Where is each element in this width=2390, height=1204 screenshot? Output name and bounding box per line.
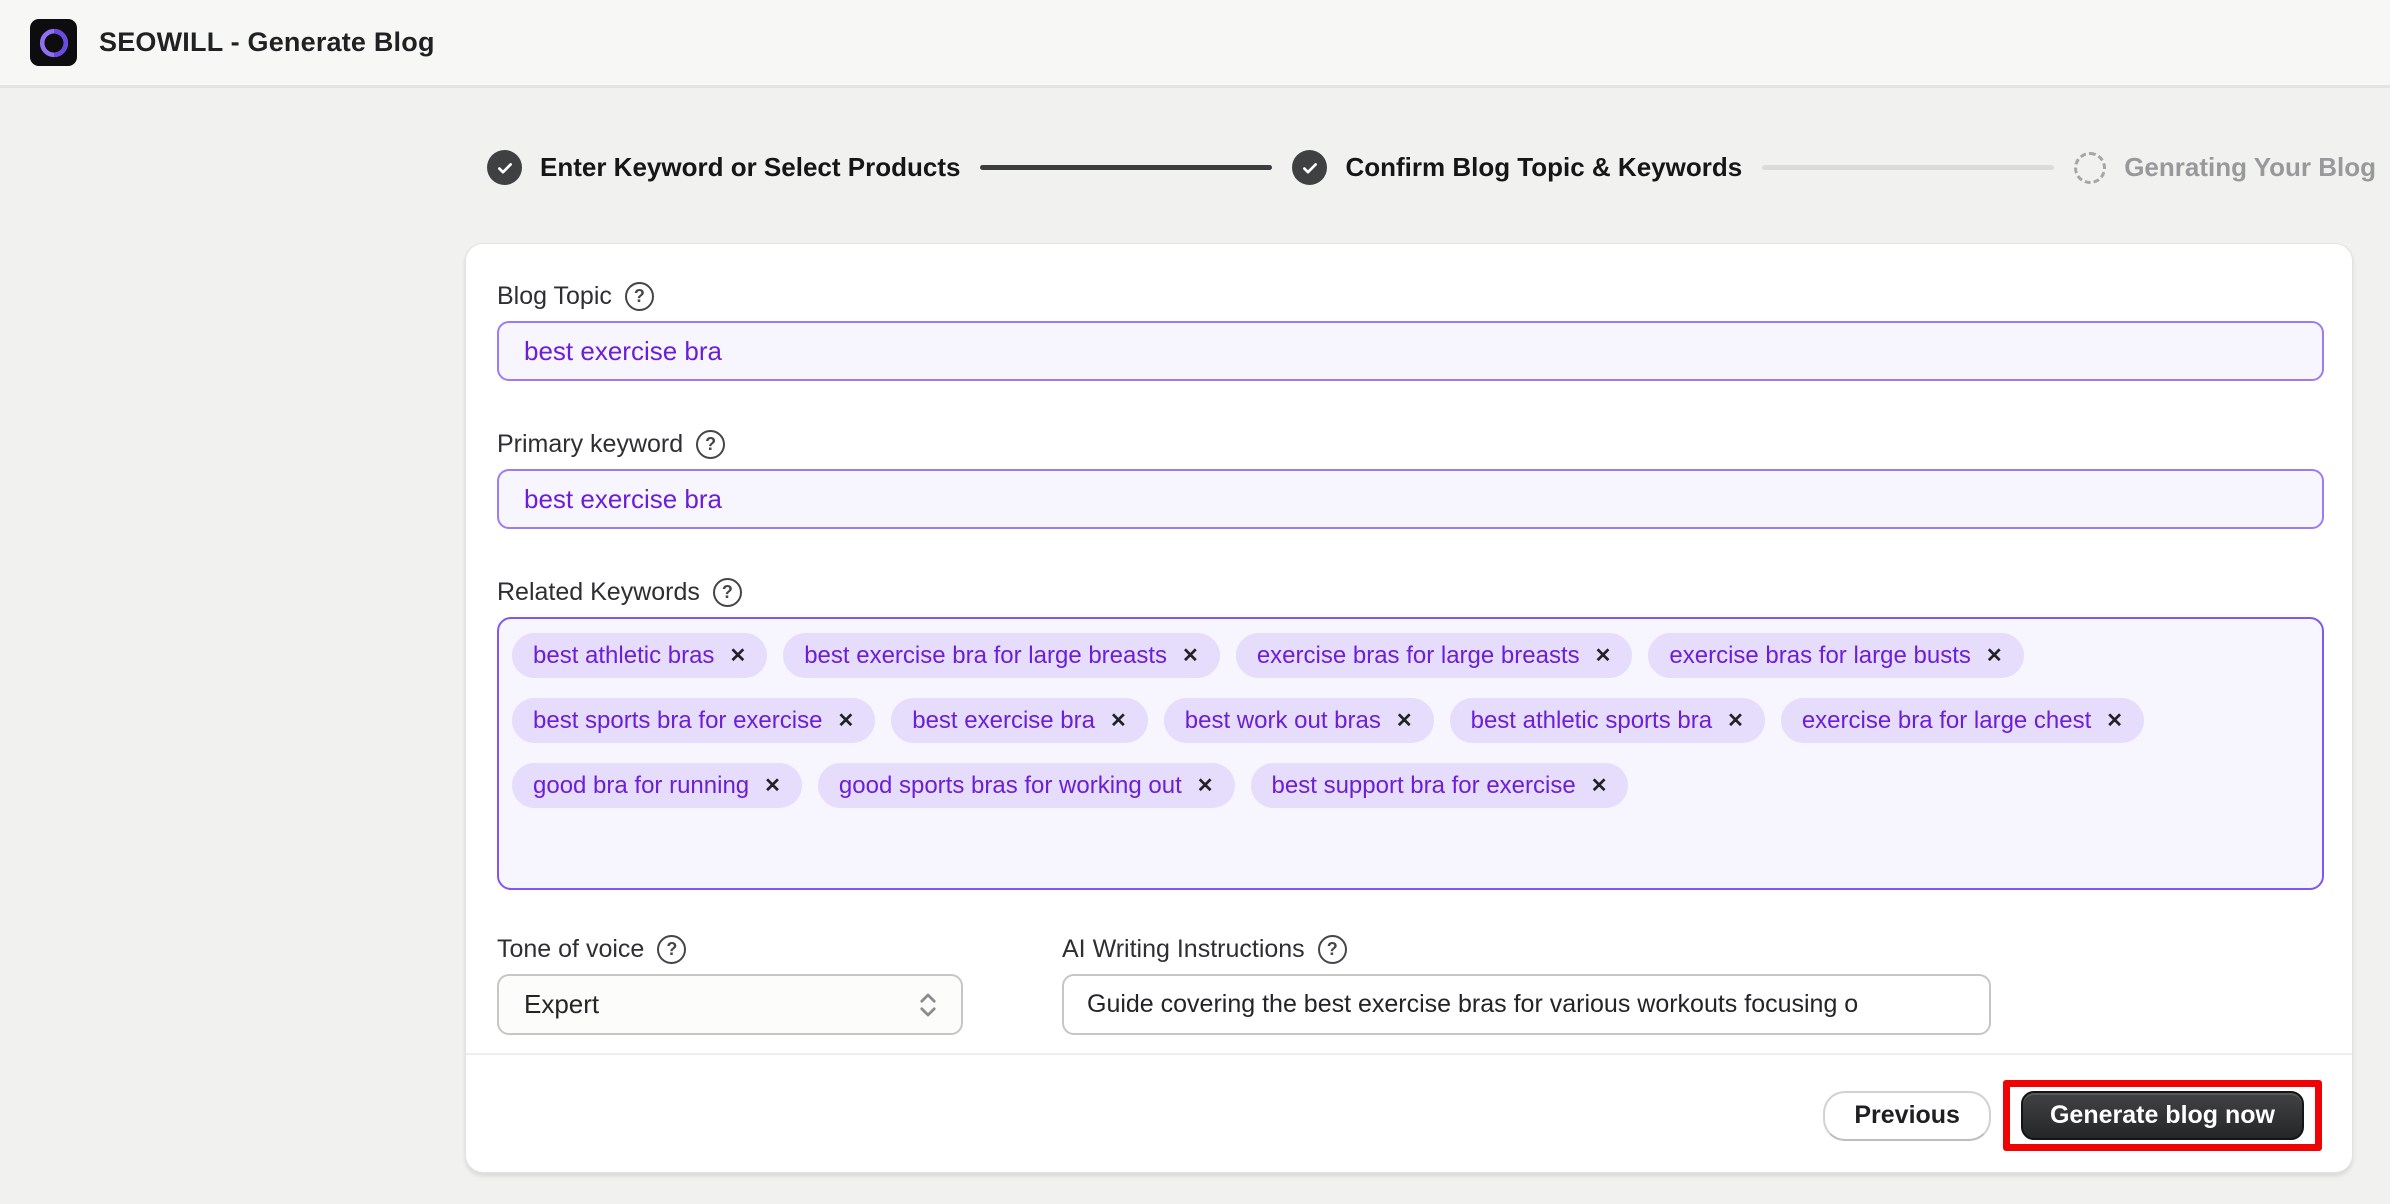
ai-instructions-label: AI Writing Instructions ? xyxy=(1062,933,1991,965)
tag-remove-icon[interactable]: ✕ xyxy=(729,646,746,666)
step-label: Confirm Blog Topic & Keywords xyxy=(1345,152,1742,183)
app-header: SEOWILL - Generate Blog xyxy=(0,0,2390,88)
step-connector-pending xyxy=(1762,165,2054,170)
tone-of-voice-label: Tone of voice ? xyxy=(497,933,963,965)
main-area: Enter Keyword or Select Products Confirm… xyxy=(0,88,2390,1204)
help-icon[interactable]: ? xyxy=(713,578,742,607)
blog-topic-input[interactable] xyxy=(497,321,2324,381)
help-icon[interactable]: ? xyxy=(657,935,686,964)
keyword-tag: best sports bra for exercise ✕ xyxy=(512,698,875,743)
tone-of-voice-value: Expert xyxy=(524,989,599,1020)
related-keywords-field-group: Related Keywords ? best athletic bras ✕ … xyxy=(497,576,2322,890)
primary-keyword-label: Primary keyword ? xyxy=(497,428,2322,460)
related-keywords-label-text: Related Keywords xyxy=(497,578,700,607)
previous-button[interactable]: Previous xyxy=(1823,1091,1991,1141)
page-title: SEOWILL - Generate Blog xyxy=(99,27,435,58)
step-enter-keyword: Enter Keyword or Select Products xyxy=(487,150,960,185)
step-label: Enter Keyword or Select Products xyxy=(540,152,960,183)
tag-remove-icon[interactable]: ✕ xyxy=(1591,776,1608,796)
keyword-tag-label: best athletic bras xyxy=(533,642,714,670)
help-icon[interactable]: ? xyxy=(625,282,654,311)
primary-keyword-field-group: Primary keyword ? xyxy=(497,428,2322,529)
tone-of-voice-field-group: Tone of voice ? Expert xyxy=(497,933,963,1035)
keyword-tag-label: good bra for running xyxy=(533,772,749,800)
tone-and-instructions-row: Tone of voice ? Expert AI Writing Instru… xyxy=(497,933,2322,1035)
blog-topic-label-text: Blog Topic xyxy=(497,282,612,311)
keyword-tag-label: best work out bras xyxy=(1185,707,1381,735)
keyword-tag: best exercise bra for large breasts ✕ xyxy=(783,633,1220,678)
step-generating-blog: Genrating Your Blog xyxy=(2074,152,2376,184)
keyword-tag-label: best athletic sports bra xyxy=(1471,707,1712,735)
step-done-check-icon xyxy=(487,150,522,185)
keyword-tag: exercise bra for large chest ✕ xyxy=(1781,698,2144,743)
step-connector-done xyxy=(980,165,1272,170)
keyword-tag-label: best sports bra for exercise xyxy=(533,707,822,735)
help-icon[interactable]: ? xyxy=(696,430,725,459)
generate-blog-card: Blog Topic ? Primary keyword ? Related K… xyxy=(465,243,2353,1173)
step-confirm-topic: Confirm Blog Topic & Keywords xyxy=(1292,150,1742,185)
keyword-tag: exercise bras for large busts ✕ xyxy=(1648,633,2023,678)
related-keywords-box[interactable]: best athletic bras ✕ best exercise bra f… xyxy=(497,617,2324,890)
ai-instructions-input[interactable] xyxy=(1062,974,1991,1035)
blog-topic-label: Blog Topic ? xyxy=(497,280,2322,312)
tag-remove-icon[interactable]: ✕ xyxy=(1110,711,1127,731)
keyword-tag-label: exercise bras for large breasts xyxy=(1257,642,1580,670)
step-pending-dashed-circle-icon xyxy=(2074,152,2106,184)
wizard-stepper: Enter Keyword or Select Products Confirm… xyxy=(487,150,2376,185)
ai-instructions-label-text: AI Writing Instructions xyxy=(1062,935,1305,964)
select-updown-chevron-icon xyxy=(915,990,941,1020)
step-done-check-icon xyxy=(1292,150,1327,185)
tag-remove-icon[interactable]: ✕ xyxy=(1396,711,1413,731)
keyword-tag-label: exercise bras for large busts xyxy=(1669,642,1970,670)
primary-keyword-label-text: Primary keyword xyxy=(497,430,683,459)
keyword-tag: best exercise bra ✕ xyxy=(891,698,1148,743)
keyword-tag-label: best exercise bra for large breasts xyxy=(804,642,1167,670)
keyword-tag-label: best exercise bra xyxy=(912,707,1095,735)
seowill-logo-icon xyxy=(30,19,77,66)
tag-remove-icon[interactable]: ✕ xyxy=(1182,646,1199,666)
keyword-tag: exercise bras for large breasts ✕ xyxy=(1236,633,1633,678)
keyword-tag-label: best support bra for exercise xyxy=(1272,772,1576,800)
card-footer: Previous Generate blog now xyxy=(466,1055,2352,1173)
tag-remove-icon[interactable]: ✕ xyxy=(837,711,854,731)
related-keywords-label: Related Keywords ? xyxy=(497,576,2322,608)
keyword-tag: best support bra for exercise ✕ xyxy=(1251,763,1629,808)
tag-remove-icon[interactable]: ✕ xyxy=(764,776,781,796)
keyword-tag: best athletic bras ✕ xyxy=(512,633,767,678)
primary-keyword-input[interactable] xyxy=(497,469,2324,529)
tag-remove-icon[interactable]: ✕ xyxy=(1197,776,1214,796)
keyword-tag-label: exercise bra for large chest xyxy=(1802,707,2091,735)
help-icon[interactable]: ? xyxy=(1318,935,1347,964)
keyword-tag: best athletic sports bra ✕ xyxy=(1450,698,1765,743)
blog-topic-field-group: Blog Topic ? xyxy=(497,280,2322,381)
tag-remove-icon[interactable]: ✕ xyxy=(2106,711,2123,731)
tone-of-voice-label-text: Tone of voice xyxy=(497,935,644,964)
keyword-tag: best work out bras ✕ xyxy=(1164,698,1434,743)
keyword-tag: good bra for running ✕ xyxy=(512,763,802,808)
tone-of-voice-select[interactable]: Expert xyxy=(497,974,963,1035)
step-label: Genrating Your Blog xyxy=(2124,152,2376,183)
tag-remove-icon[interactable]: ✕ xyxy=(1727,711,1744,731)
tag-remove-icon[interactable]: ✕ xyxy=(1986,646,2003,666)
keyword-tag-label: good sports bras for working out xyxy=(839,772,1182,800)
tag-remove-icon[interactable]: ✕ xyxy=(1595,646,1612,666)
red-highlight-annotation: Generate blog now xyxy=(2003,1080,2322,1151)
ai-instructions-field-group: AI Writing Instructions ? xyxy=(1062,933,1991,1035)
generate-blog-now-button[interactable]: Generate blog now xyxy=(2021,1091,2304,1140)
keyword-tag: good sports bras for working out ✕ xyxy=(818,763,1235,808)
